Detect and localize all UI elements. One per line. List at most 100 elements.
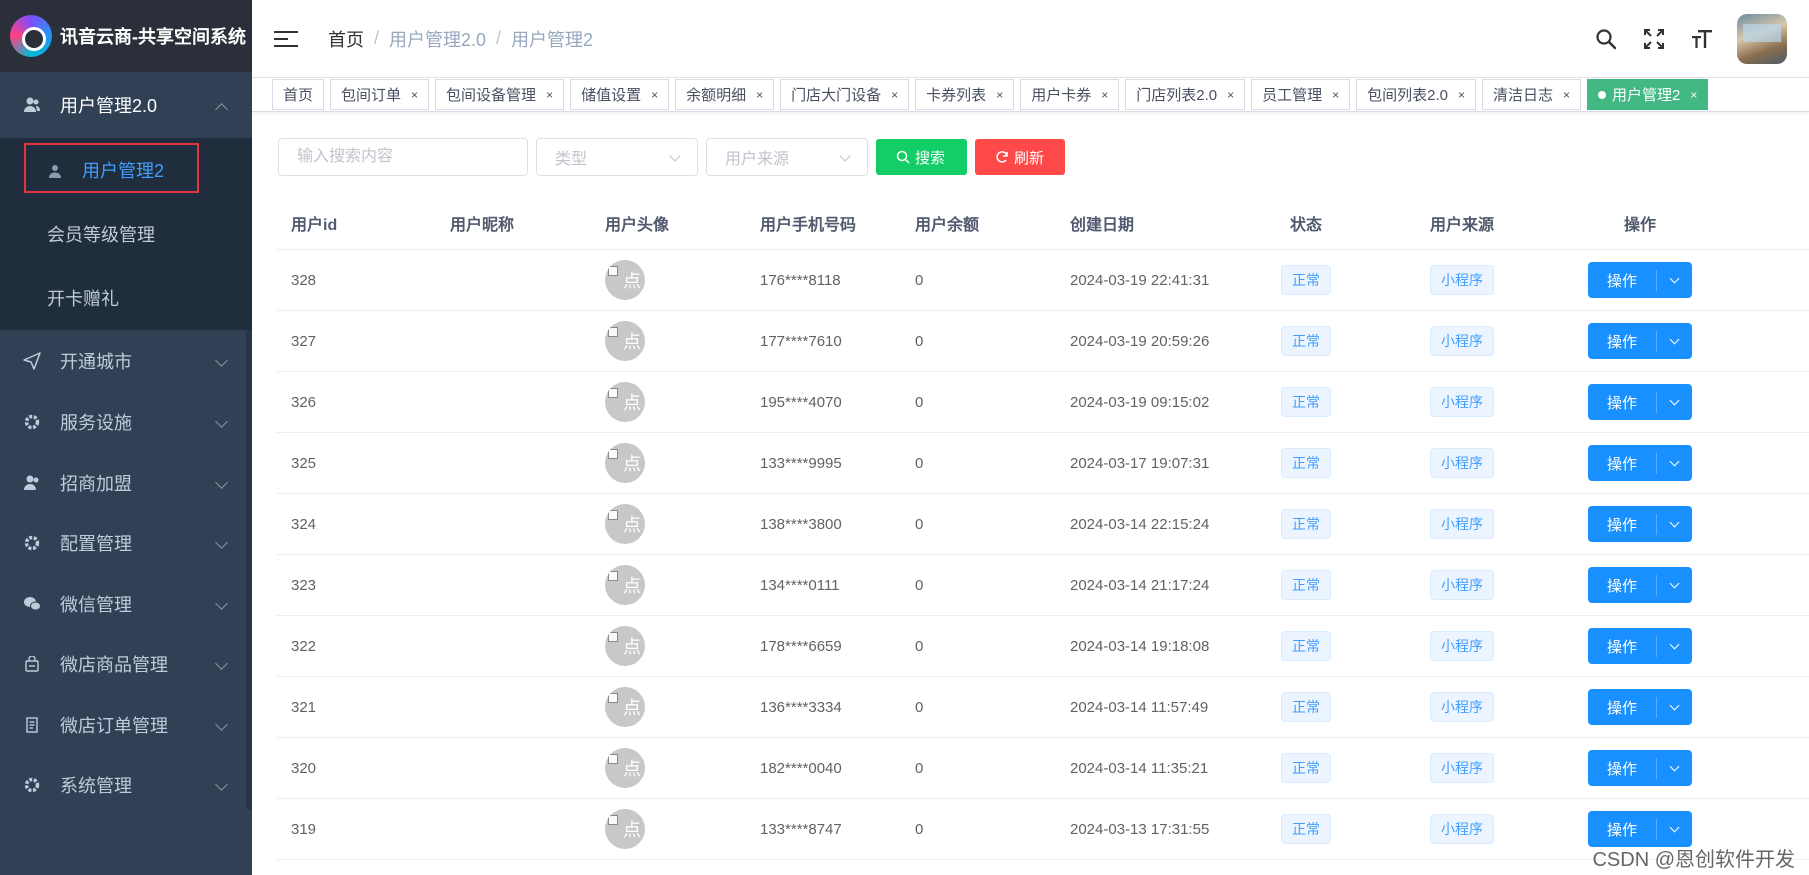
close-icon[interactable]: × (756, 88, 763, 102)
operate-button-label: 操作 (1588, 330, 1657, 352)
cell-balance: 0 (915, 332, 924, 350)
tag-stored-value[interactable]: 储值设置 × (570, 79, 670, 110)
close-icon[interactable]: × (1332, 88, 1339, 102)
user-avatar-image: 点 (605, 565, 645, 605)
chevron-down-icon[interactable] (1657, 578, 1692, 588)
submenu-item-user-management-2[interactable]: 用户管理2 (0, 138, 252, 202)
operate-dropdown-button[interactable]: 操作 (1588, 628, 1692, 664)
cell-actions: 操作 (1560, 628, 1720, 664)
status-badge: 正常 (1281, 631, 1331, 661)
operate-dropdown-button[interactable]: 操作 (1588, 689, 1692, 725)
refresh-button[interactable]: 刷新 (975, 139, 1065, 175)
chevron-down-icon (839, 150, 851, 162)
search-icon[interactable] (1593, 26, 1619, 52)
operate-dropdown-button[interactable]: 操作 (1588, 811, 1692, 847)
cell-created-date: 2024-03-19 09:15:02 (1070, 393, 1210, 411)
breadcrumb-home[interactable]: 首页 (328, 26, 364, 52)
search-button-label: 搜索 (915, 149, 946, 167)
chevron-down-icon[interactable] (1657, 761, 1692, 771)
operate-dropdown-button[interactable]: 操作 (1588, 506, 1692, 542)
breadcrumb-level-2: 用户管理2 (511, 29, 594, 50)
column-header: 操作 (1623, 216, 1656, 234)
cell-actions: 操作 (1560, 689, 1720, 725)
font-size-icon[interactable] (1689, 26, 1715, 52)
menu-group-label: 用户管理2.0 (60, 96, 158, 116)
watermark: CSDN @恩创软件开发 (1592, 849, 1795, 871)
cell-phone: 177****7610 (760, 332, 842, 350)
menu-group-cities[interactable]: 开通城市 (0, 330, 252, 392)
close-icon[interactable]: × (1458, 88, 1465, 102)
close-icon[interactable]: × (546, 88, 553, 102)
close-icon[interactable]: × (1101, 88, 1108, 102)
menu-group-franchise[interactable]: 招商加盟 (0, 452, 252, 513)
menu-group-system[interactable]: 系统管理 (0, 755, 252, 815)
active-dot (1598, 90, 1607, 99)
tag-door-devices[interactable]: 门店大门设备 × (780, 79, 910, 110)
close-icon[interactable]: × (1563, 88, 1570, 102)
chevron-down-icon[interactable] (1657, 700, 1692, 710)
operate-dropdown-button[interactable]: 操作 (1588, 445, 1692, 481)
source-select[interactable]: 用户来源 (706, 138, 868, 176)
search-button[interactable]: 搜索 (876, 139, 967, 175)
chevron-down-icon[interactable] (1657, 456, 1692, 466)
fullscreen-icon[interactable] (1641, 26, 1667, 52)
menu-group-user-management[interactable]: 用户管理2.0 (0, 72, 252, 138)
tag-staff[interactable]: 员工管理 × (1251, 79, 1351, 110)
operate-dropdown-button[interactable]: 操作 (1588, 567, 1692, 603)
close-icon[interactable]: × (891, 88, 898, 102)
broken-image-icon (608, 754, 618, 764)
close-icon[interactable]: × (411, 88, 418, 102)
cell-phone: 136****3334 (760, 698, 842, 716)
chevron-down-icon[interactable] (1657, 273, 1692, 283)
menu-group-shop-products[interactable]: 微店商品管理 (0, 634, 252, 694)
sidebar-scrollbar[interactable] (246, 330, 252, 810)
submenu-item-member-levels[interactable]: 会员等级管理 (0, 202, 252, 266)
tag-user-management-2[interactable]: 用户管理2 × (1587, 79, 1709, 110)
submenu-item-card-gift[interactable]: 开卡赠礼 (0, 266, 252, 330)
operate-dropdown-button[interactable]: 操作 (1588, 750, 1692, 786)
chevron-down-icon[interactable] (1657, 517, 1692, 527)
tag-balance-detail[interactable]: 余额明细 × (675, 79, 775, 110)
cell-actions: 操作 (1560, 567, 1720, 603)
user-avatar[interactable] (1737, 14, 1787, 64)
chevron-down-icon[interactable] (1657, 334, 1692, 344)
table-row: 324 点 138****3800 0 2024-03-14 22:15:24 … (277, 494, 1809, 555)
app-logo[interactable]: 讯音云商-共享空间系统 (0, 0, 252, 72)
cell-balance: 0 (915, 271, 924, 289)
column-header: 用户昵称 (450, 216, 515, 234)
close-icon[interactable]: × (651, 88, 658, 102)
menu-group-shop-orders[interactable]: 微店订单管理 (0, 694, 252, 755)
operate-dropdown-button[interactable]: 操作 (1588, 384, 1692, 420)
menu-group-facilities[interactable]: 服务设施 (0, 392, 252, 452)
type-select[interactable]: 类型 (536, 138, 698, 176)
operate-dropdown-button[interactable]: 操作 (1588, 262, 1692, 298)
tag-user-coupons[interactable]: 用户卡券 × (1020, 79, 1120, 110)
source-badge: 小程序 (1430, 814, 1494, 844)
tag-home[interactable]: 首页 (272, 79, 325, 110)
menu-group-wechat[interactable]: 微信管理 (0, 573, 252, 634)
operate-dropdown-button[interactable]: 操作 (1588, 323, 1692, 359)
cell-user-id: 327 (291, 332, 317, 350)
menu-group-config[interactable]: 配置管理 (0, 513, 252, 573)
chevron-down-icon[interactable] (1657, 822, 1692, 832)
app-title: 讯音云商-共享空间系统 (60, 27, 246, 47)
operate-button-label: 操作 (1588, 696, 1657, 718)
tag-coupon-list[interactable]: 卡券列表 × (915, 79, 1015, 110)
close-icon[interactable]: × (1227, 88, 1234, 102)
tag-room-devices[interactable]: 包间设备管理 × (435, 79, 565, 110)
column-header: 状态 (1289, 216, 1322, 234)
hamburger-icon[interactable] (274, 27, 298, 51)
tag-room-list[interactable]: 包间列表2.0 × (1356, 79, 1477, 110)
tag-cleaning-log[interactable]: 清洁日志 × (1482, 79, 1582, 110)
tag-room-orders[interactable]: 包间订单 × (330, 79, 430, 110)
status-badge: 正常 (1281, 753, 1331, 783)
chevron-down-icon[interactable] (1657, 639, 1692, 649)
close-icon[interactable]: × (1690, 88, 1697, 102)
close-icon[interactable]: × (996, 88, 1003, 102)
operate-button-label: 操作 (1588, 818, 1657, 840)
user-avatar-image: 点 (605, 443, 645, 483)
search-input[interactable] (278, 138, 528, 176)
chevron-down-icon[interactable] (1657, 395, 1692, 405)
user-avatar-image: 点 (605, 687, 645, 727)
tag-store-list[interactable]: 门店列表2.0 × (1125, 79, 1246, 110)
